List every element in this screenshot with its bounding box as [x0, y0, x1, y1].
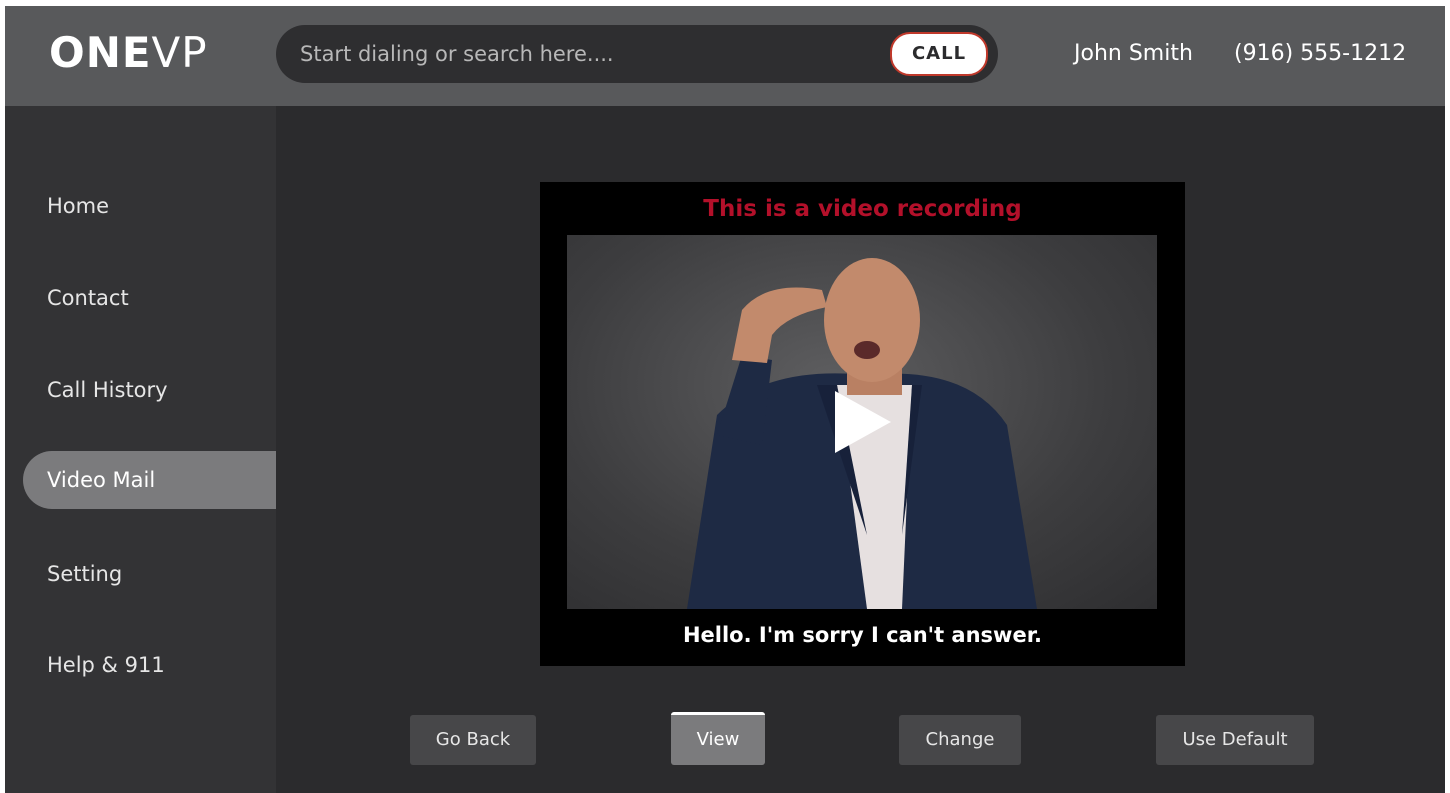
logo-light-text: VP — [151, 28, 208, 77]
sidebar: Home Contact Call History Video Mail Set… — [5, 106, 276, 793]
play-icon[interactable] — [827, 387, 897, 457]
sidebar-item-setting[interactable]: Setting — [23, 545, 276, 603]
go-back-button[interactable]: Go Back — [410, 715, 536, 765]
sidebar-item-contact[interactable]: Contact — [23, 269, 276, 327]
video-preview[interactable] — [567, 235, 1157, 609]
search-input[interactable] — [300, 25, 880, 83]
recording-caption: This is a video recording — [703, 196, 1022, 222]
logo-bold-text: ONE — [49, 28, 152, 77]
use-default-button[interactable]: Use Default — [1156, 715, 1314, 765]
search-bar: CALL — [276, 25, 998, 83]
user-name: John Smith — [1074, 41, 1193, 66]
sidebar-item-home[interactable]: Home — [23, 177, 276, 235]
app-window: ONEVP CALL John Smith (916) 555-1212 Hom… — [5, 6, 1445, 793]
sidebar-item-video-mail[interactable]: Video Mail — [23, 451, 276, 509]
video-player[interactable]: This is a video recording Hello. I'm sor… — [540, 182, 1185, 666]
view-button[interactable]: View — [671, 712, 765, 765]
call-button[interactable]: CALL — [890, 32, 988, 76]
onevp-logo[interactable]: ONEVP — [49, 28, 208, 78]
sidebar-item-call-history[interactable]: Call History — [23, 361, 276, 419]
top-bar: ONEVP CALL John Smith (916) 555-1212 — [5, 6, 1445, 106]
change-button[interactable]: Change — [899, 715, 1021, 765]
user-phone-number: (916) 555-1212 — [1234, 41, 1407, 66]
video-subtitle: Hello. I'm sorry I can't answer. — [682, 623, 1043, 647]
sidebar-item-help-911[interactable]: Help & 911 — [23, 636, 276, 694]
